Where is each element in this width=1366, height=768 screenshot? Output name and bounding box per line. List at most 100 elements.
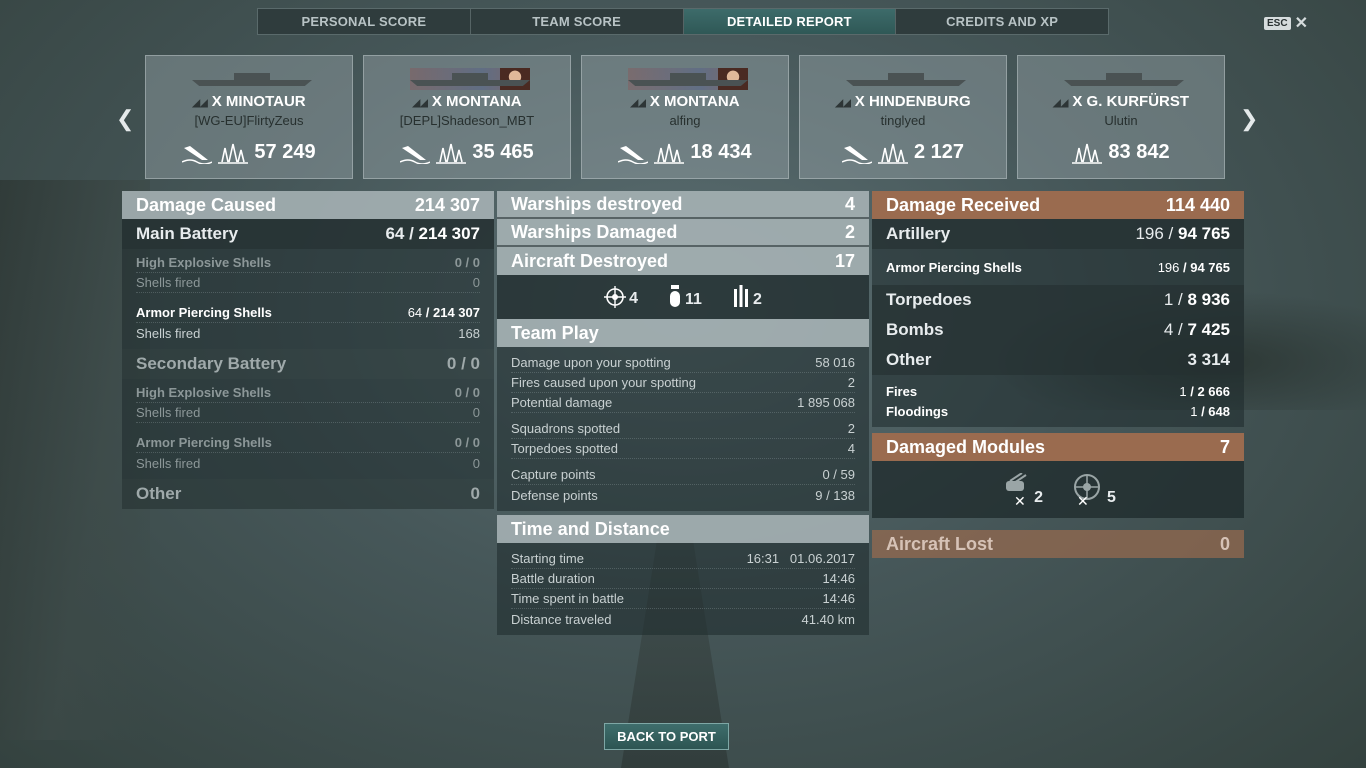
sec-ap-fired-row: Shells fired 0: [136, 455, 480, 471]
damage-explosion-icon: [877, 143, 908, 164]
player-name: Ulutin: [1104, 113, 1138, 128]
artillery-row: Artillery 196 / 94 765: [872, 219, 1244, 249]
he-shells-row: High Explosive Shells 0 / 0: [136, 253, 480, 273]
next-arrow-icon[interactable]: ❯: [1240, 106, 1258, 132]
ship-silhouette: [410, 68, 530, 90]
tab-personal-score[interactable]: PERSONAL SCORE: [258, 9, 471, 34]
time-distance-header: Time and Distance: [497, 515, 869, 543]
sunk-ship-icon: [841, 145, 872, 164]
main-battery-details: High Explosive Shells 0 / 0 Shells fired 0…: [122, 249, 494, 349]
damage-caused-header: Damage Caused 214 307: [122, 191, 494, 219]
card-stats: 35 465: [364, 141, 570, 164]
ship-class-icon: ◢◢: [192, 98, 208, 109]
aircraft-type-breakdown: 4 11 2: [497, 275, 869, 319]
ship-name: ◢◢ X MINOTAUR: [192, 93, 306, 110]
ship-silhouette: [846, 68, 966, 90]
player-name: alfing: [669, 113, 701, 128]
other-received-row: Other 3 314: [872, 345, 1244, 375]
time-distance-details: Starting time 16:31 01.06.2017 Battle dur…: [497, 543, 869, 635]
sunk-ship-icon: [618, 145, 649, 164]
bombs-received-row: Bombs 4 / 7 425: [872, 315, 1244, 345]
damage-received-header: Damage Received 114 440: [872, 191, 1244, 219]
other-damage-row: Other 0: [122, 479, 494, 509]
damage-explosion-icon: [1072, 143, 1103, 164]
sec-ap-shells-row: Armor Piercing Shells 0 / 0: [136, 433, 480, 453]
secondary-battery-row: Secondary Battery 0 / 0: [122, 349, 494, 379]
svg-text:✕: ✕: [1077, 494, 1089, 507]
torpedo-bomber-icon: [733, 285, 748, 307]
sunk-ship-icon: [400, 145, 431, 164]
kills-panel: Warships destroyed 4 Warships Damaged 2 Ai…: [497, 191, 869, 635]
player-name: [WG-EU]FlirtyZeus: [194, 113, 304, 128]
tab-team-score[interactable]: TEAM SCORE: [471, 9, 684, 34]
commander-portrait: [500, 68, 530, 90]
warships-damaged-row: Warships Damaged 2: [497, 219, 869, 247]
card-stats: 83 842: [1018, 141, 1224, 164]
secondary-battery-details: High Explosive Shells 0 / 0 Shells fired 0…: [122, 379, 494, 479]
steering-module-icon: ✕: [1074, 473, 1100, 507]
damage-caused-panel: Damage Caused 214 307 Main Battery 64 / 2…: [122, 191, 494, 509]
ship-name: ◢◢ X G. KURFÜRST: [1052, 93, 1190, 110]
commander-portrait: [718, 68, 748, 90]
team-play-header: Team Play: [497, 319, 869, 347]
damage-received-panel: Damage Received 114 440 Artillery 196 / 9…: [872, 191, 1244, 558]
close-button[interactable]: ESC ✕: [1264, 13, 1308, 33]
ap-shells-fired-row: Shells fired 168: [136, 325, 480, 341]
torpedoes-spotted-row: Torpedoes spotted 4: [511, 439, 855, 459]
card-stats: 2 127: [800, 141, 1006, 164]
bomber-icon: [670, 285, 681, 307]
aircraft-destroyed-row: Aircraft Destroyed 17: [497, 247, 869, 275]
player-card[interactable]: ◢◢ X HINDENBURG tinglyed 2 127: [799, 55, 1007, 179]
ship-silhouette: [628, 68, 748, 90]
player-card[interactable]: ◢◢ X G. KURFÜRST Ulutin 83 842: [1017, 55, 1225, 179]
player-card[interactable]: ◢◢ X MINOTAUR [WG-EU]FlirtyZeus 57 249: [145, 55, 353, 179]
fires-row: Fires 1 / 2 666: [886, 383, 1230, 399]
defense-points-row: Defense points 9 / 138: [511, 487, 855, 503]
floodings-row: Floodings 1 / 648: [886, 403, 1230, 419]
ship-name: ◢◢ X MONTANA: [630, 93, 740, 110]
ship-class-icon: ◢◢: [630, 98, 646, 109]
main-battery-row: Main Battery 64 / 214 307: [122, 219, 494, 249]
damage-explosion-icon: [218, 143, 249, 164]
he-shells-fired-row: Shells fired 0: [136, 273, 480, 293]
capture-points-row: Capture points 0 / 59: [511, 465, 855, 485]
starting-time-row: Starting time 16:31 01.06.2017: [511, 549, 855, 569]
back-to-port-button[interactable]: BACK TO PORT: [604, 723, 729, 750]
ship-silhouette: [1064, 68, 1184, 90]
player-name: [DEPL]Shadeson_MBT: [399, 113, 535, 128]
spotting-fires-row: Fires caused upon your spotting 2: [511, 373, 855, 393]
aircraft-lost-row: Aircraft Lost 0: [872, 530, 1244, 558]
damaged-modules-header: Damaged Modules 7: [872, 433, 1244, 461]
ship-class-icon: ◢◢: [835, 98, 851, 109]
distance-traveled-row: Distance traveled 41.40 km: [511, 611, 855, 627]
squadrons-spotted-row: Squadrons spotted 2: [511, 419, 855, 439]
ap-shells-row: Armor Piercing Shells 64 / 214 307: [136, 303, 480, 323]
tab-credits-and-xp[interactable]: CREDITS AND XP: [896, 9, 1108, 34]
potential-damage-row: Potential damage 1 895 068: [511, 393, 855, 413]
ship-name: ◢◢ X HINDENBURG: [835, 93, 971, 110]
artillery-details: Armor Piercing Shells 196 / 94 765: [872, 249, 1244, 285]
received-ap-row: Armor Piercing Shells 196 / 94 765: [886, 259, 1230, 275]
svg-text:✕: ✕: [1014, 494, 1026, 507]
close-icon: ✕: [1294, 15, 1308, 32]
gun-module-icon: ✕: [1006, 472, 1027, 507]
sec-he-fired-row: Shells fired 0: [136, 403, 480, 423]
player-card[interactable]: ◢◢ X MONTANA [DEPL]Shadeson_MBT 35 465: [363, 55, 571, 179]
player-name: tinglyed: [880, 113, 926, 128]
report-tabs: PERSONAL SCORE TEAM SCORE DETAILED REPOR…: [257, 8, 1109, 35]
damage-explosion-icon: [436, 143, 467, 164]
damage-value: 35 465: [472, 141, 534, 163]
battle-duration-row: Battle duration 14:46: [511, 569, 855, 589]
dot-damage-details: Fires 1 / 2 666 Floodings 1 / 648: [872, 375, 1244, 427]
torpedoes-received-row: Torpedoes 1 / 8 936: [872, 285, 1244, 315]
prev-arrow-icon[interactable]: ❮: [116, 106, 134, 132]
damage-value: 18 434: [690, 141, 752, 163]
ship-name: ◢◢ X MONTANA: [412, 93, 522, 110]
time-in-battle-row: Time spent in battle 14:46: [511, 589, 855, 609]
damage-value: 2 127: [913, 141, 965, 163]
spotting-damage-row: Damage upon your spotting 58 016: [511, 353, 855, 373]
damage-explosion-icon: [654, 143, 685, 164]
tab-detailed-report[interactable]: DETAILED REPORT: [683, 9, 897, 34]
damage-value: 83 842: [1108, 141, 1170, 163]
player-card[interactable]: ◢◢ X MONTANA alfing 18 434: [581, 55, 789, 179]
